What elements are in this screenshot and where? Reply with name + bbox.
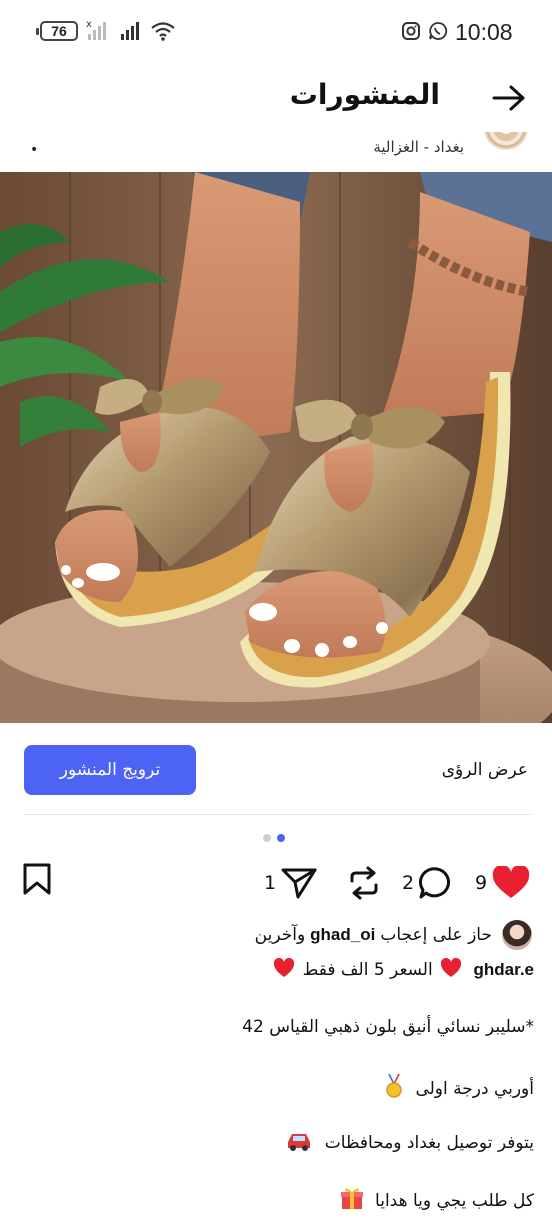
whatsapp-icon: [429, 22, 448, 40]
bookmark-icon[interactable]: [22, 862, 52, 896]
heart-emoji-icon: [441, 958, 462, 977]
caption-line: كل طلب يجي ويا هدايا: [340, 1186, 534, 1211]
car-icon: [288, 1134, 311, 1151]
signal-x-icon: x: [86, 19, 106, 40]
arrow-right-icon: [492, 85, 525, 111]
post-author[interactable]: بغداد - الغزالية •: [0, 132, 552, 172]
caption-text: يتوفر توصيل بغداد ومحافظات: [324, 1133, 534, 1153]
svg-text:x: x: [86, 19, 92, 30]
liked-by-prefix: حاز على إعجاب: [380, 925, 492, 945]
share-group[interactable]: 1: [264, 866, 318, 900]
caption-price: السعر 5 الف فقط: [302, 960, 433, 980]
send-icon[interactable]: [280, 866, 318, 900]
heart-icon[interactable]: [491, 866, 531, 900]
page-title: المنشورات: [289, 78, 440, 111]
gift-icon: [340, 1188, 363, 1209]
comment-group[interactable]: 2: [402, 866, 456, 900]
wifi-icon: [151, 22, 175, 41]
signal-icon: [121, 22, 139, 40]
caption-line: *سليبر نسائي أنيق بلون ذهبي القياس 42: [242, 1017, 534, 1037]
like-count: 9: [475, 872, 488, 894]
carousel-dot-active: [277, 834, 285, 842]
repost-group[interactable]: [346, 866, 382, 900]
like-group[interactable]: 9: [475, 866, 531, 900]
caption-line: أوربي درجة اولى: [384, 1074, 534, 1099]
instagram-icon: [402, 22, 420, 40]
comment-icon[interactable]: [418, 866, 456, 900]
caption-text: كل طلب يجي ويا هدايا: [375, 1191, 534, 1211]
divider: [24, 814, 531, 815]
back-button[interactable]: [488, 80, 530, 116]
author-avatar[interactable]: [484, 132, 528, 150]
app-header: المنشورات: [0, 62, 552, 132]
liker-avatar[interactable]: [502, 920, 532, 950]
sandals-photo: [0, 172, 552, 723]
carousel-indicator: [263, 834, 285, 842]
liked-by[interactable]: حاز على إعجاب ghad_oi وآخرين: [255, 918, 532, 952]
status-bar: 76 x 10:08: [0, 0, 552, 62]
caption-first-line: ghdar.e السعر 5 الف فقط: [271, 958, 534, 980]
carousel-dot: [263, 834, 271, 842]
liked-by-suffix: وآخرين: [254, 925, 306, 945]
clock: 10:08: [455, 19, 513, 45]
share-count: 1: [264, 872, 277, 894]
medal-icon: [386, 1074, 402, 1098]
repost-icon[interactable]: [346, 866, 382, 900]
caption-username[interactable]: ghdar.e: [474, 960, 534, 979]
promote-post-button[interactable]: ترويج المنشور: [24, 745, 196, 795]
caption-line: يتوفر توصيل بغداد ومحافظات: [285, 1130, 534, 1153]
caption-text: أوربي درجة اولى: [415, 1079, 534, 1099]
view-insights-link[interactable]: عرض الرؤى: [442, 760, 528, 780]
post-image[interactable]: [0, 172, 552, 723]
liked-by-user[interactable]: ghad_oi: [310, 925, 375, 945]
battery-level: 76: [51, 23, 67, 39]
more-options-icon[interactable]: •: [30, 142, 38, 158]
author-location[interactable]: بغداد - الغزالية: [373, 138, 464, 156]
reaction-bar: 9 2 1: [0, 858, 552, 908]
comment-count: 2: [402, 872, 415, 894]
heart-emoji-icon: [274, 958, 295, 977]
battery-icon: 76: [36, 21, 78, 41]
